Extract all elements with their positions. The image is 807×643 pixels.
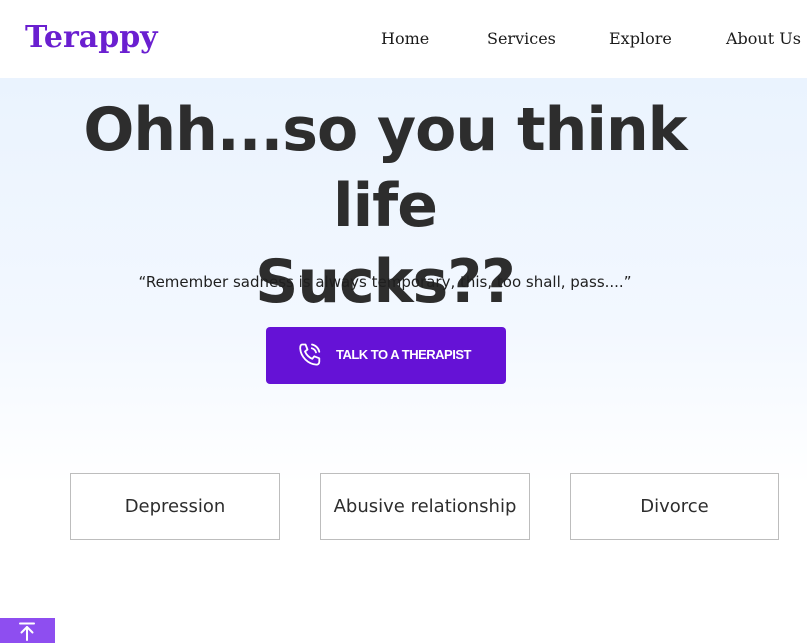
main-nav: Home Services Explore About Us (0, 29, 807, 51)
nav-about-us[interactable]: About Us (726, 29, 801, 48)
topic-card-abusive-relationship[interactable]: Abusive relationship (320, 473, 530, 540)
arrow-up-to-top-icon (19, 622, 35, 641)
page: Terappy Home Services Explore About Us O… (0, 0, 807, 643)
phone-call-icon (296, 341, 324, 369)
topic-cards: Depression Abusive relationship Divorce (0, 473, 807, 540)
cta-label: TALK TO A THERAPIST (336, 347, 471, 362)
nav-explore[interactable]: Explore (609, 29, 672, 48)
site-header: Terappy Home Services Explore About Us (0, 0, 807, 78)
topic-card-depression[interactable]: Depression (70, 473, 280, 540)
headline-line-1: Ohh...so you think life (83, 95, 687, 241)
scroll-to-top-button[interactable] (0, 618, 55, 643)
talk-to-therapist-button[interactable]: TALK TO A THERAPIST (266, 327, 506, 384)
nav-services[interactable]: Services (487, 29, 556, 48)
topic-card-divorce[interactable]: Divorce (570, 473, 779, 540)
hero-quote: “Remember sadness is always temporary, t… (138, 273, 632, 291)
nav-home[interactable]: Home (381, 29, 429, 48)
